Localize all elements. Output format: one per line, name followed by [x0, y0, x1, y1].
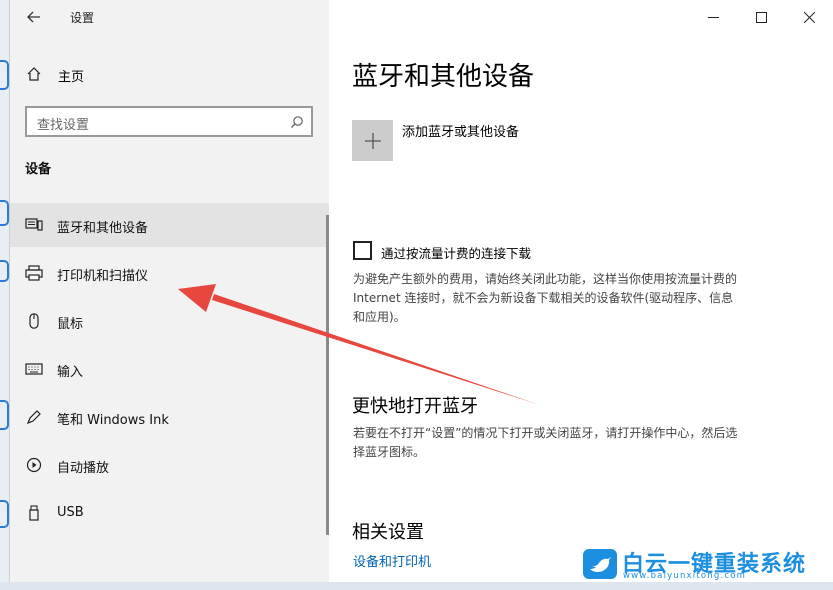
title-bar: 设置 [10, 0, 329, 34]
sidebar-item-autoplay[interactable]: 自动播放 [10, 443, 329, 487]
description-line: Internet 连接时，就不会为新设备下载相关的设备软件(驱动程序、信息 [353, 291, 734, 305]
watermark: 白云一键重装系统 www.baiyunxitong.com [579, 546, 833, 582]
mouse-icon [29, 313, 39, 329]
maximize-icon [755, 11, 767, 23]
description-line: 择蓝牙图标。 [353, 445, 426, 459]
sidebar-item-pen[interactable]: 笔和 Windows Ink [10, 395, 329, 439]
add-device-label[interactable]: 添加蓝牙或其他设备 [402, 121, 519, 140]
metered-download-label[interactable]: 通过按流量计费的连接下载 [381, 243, 531, 262]
sidebar-item-label: 输入 [57, 365, 84, 380]
pen-icon [26, 410, 41, 425]
autoplay-icon [26, 457, 42, 473]
sidebar-item-printers[interactable]: 打印机和扫描仪 [10, 251, 329, 295]
sidebar-item-usb[interactable]: USB [10, 491, 329, 535]
home-label: 主页 [58, 70, 85, 85]
section-title: 设备 [25, 162, 52, 177]
sidebar-item-label: 打印机和扫描仪 [57, 269, 149, 284]
back-arrow-icon [27, 11, 40, 23]
sidebar-item-typing[interactable]: 输入 [10, 347, 329, 391]
desktop-icon-fragment [0, 260, 9, 282]
sidebar-item-mouse[interactable]: 鼠标 [10, 299, 329, 343]
sidebar-scrollbar[interactable] [326, 215, 329, 535]
sidebar: 设置 主页 查找设置 设备 蓝牙和其他设备 打印机和扫描仪 鼠标 输入 笔和 W… [10, 0, 329, 582]
desktop-background [0, 0, 9, 590]
description-line: 和应用)。 [353, 310, 406, 324]
desktop-icon-fragment [0, 60, 9, 90]
bluetooth-devices-icon [25, 218, 43, 231]
bird-logo-icon [583, 549, 617, 579]
sidebar-item-bluetooth[interactable]: 蓝牙和其他设备 [10, 203, 329, 247]
quick-bluetooth-description: 若要在不打开“设置”的情况下打开或关闭蓝牙，请打开操作中心，然后选 择蓝牙图标。 [353, 424, 813, 462]
plus-icon [364, 132, 381, 149]
minimize-button[interactable] [689, 0, 737, 34]
devices-and-printers-link[interactable]: 设备和打印机 [353, 551, 431, 570]
maximize-button[interactable] [737, 0, 785, 34]
home-icon [27, 67, 41, 81]
desktop-icon-fragment [0, 500, 9, 528]
metered-download-checkbox[interactable] [353, 241, 372, 260]
search-input[interactable]: 查找设置 [25, 106, 313, 137]
description-line: 为避免产生额外的费用，请始终关闭此功能，这样当你使用按流量计费的 [353, 272, 738, 286]
desktop-background-bottom [0, 582, 833, 590]
add-device-button[interactable] [352, 120, 393, 161]
close-button[interactable] [785, 0, 833, 34]
back-button[interactable] [22, 6, 46, 28]
watermark-url: www.baiyunxitong.com [623, 571, 747, 581]
close-icon [803, 11, 815, 23]
quick-bluetooth-heading: 更快地打开蓝牙 [352, 396, 478, 417]
sidebar-item-label: 自动播放 [57, 461, 110, 476]
search-icon [291, 116, 303, 128]
printer-icon [25, 265, 43, 281]
minimize-icon [707, 16, 719, 18]
usb-icon [29, 505, 39, 521]
desktop-icon-fragment [0, 400, 9, 430]
description-line: 若要在不打开“设置”的情况下打开或关闭蓝牙，请打开操作中心，然后选 [353, 426, 738, 440]
sidebar-item-label: USB [57, 505, 84, 520]
metered-description: 为避免产生额外的费用，请始终关闭此功能，这样当你使用按流量计费的 Interne… [353, 270, 813, 327]
home-nav-item[interactable]: 主页 [10, 58, 329, 92]
sidebar-item-label: 蓝牙和其他设备 [57, 221, 149, 236]
sidebar-item-label: 笔和 Windows Ink [57, 413, 169, 428]
page-title: 蓝牙和其他设备 [352, 62, 535, 92]
keyboard-icon [25, 363, 43, 375]
desktop-icon-fragment [0, 200, 9, 226]
sidebar-item-label: 鼠标 [57, 317, 84, 332]
window-controls [689, 0, 833, 34]
settings-window: 设置 主页 查找设置 设备 蓝牙和其他设备 打印机和扫描仪 鼠标 输入 笔和 W… [9, 0, 833, 582]
app-title: 设置 [70, 11, 95, 25]
related-settings-heading: 相关设置 [352, 522, 424, 543]
search-placeholder: 查找设置 [37, 118, 90, 133]
